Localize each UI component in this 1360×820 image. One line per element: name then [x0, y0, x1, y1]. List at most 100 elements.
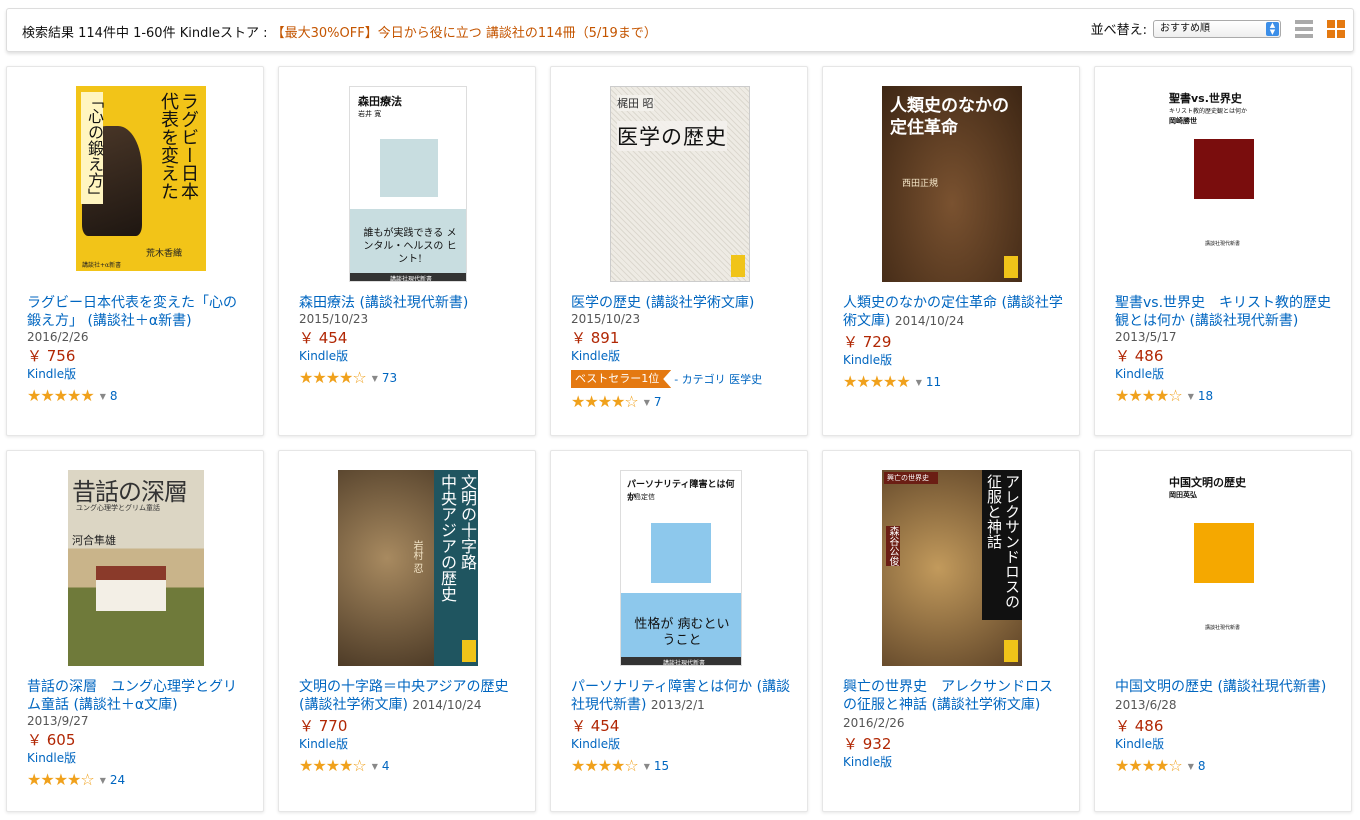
chevron-down-icon[interactable]: ▼: [372, 374, 378, 383]
star-rating-icon[interactable]: ★★★★☆: [571, 758, 639, 774]
product-card[interactable]: 聖書vs.世界史 キリスト教的歴史観とは何か 岡崎勝世 講談社現代新書 聖書vs…: [1094, 66, 1352, 436]
book-cover-image[interactable]: パーソナリティ障害とは何か 牛島定信 性格が 病むということ 講談社現代新書: [620, 470, 742, 666]
review-count[interactable]: 15: [654, 759, 669, 773]
product-card[interactable]: 興亡の世界史 アレクサンドロスの 征服と神話 森谷公俊 興亡の世界史 アレクサン…: [822, 450, 1080, 812]
release-date: 2016/2/26: [27, 330, 89, 344]
book-cover-image[interactable]: 中国文明の歴史 岡田英弘 講談社現代新書: [1157, 470, 1291, 666]
format-link[interactable]: Kindle版: [27, 366, 249, 382]
cover-title-1: アレクサンドロスの: [1003, 474, 1021, 609]
star-rating-icon[interactable]: ★★★★☆: [1115, 388, 1183, 404]
release-date: 2016/2/26: [843, 716, 905, 730]
publisher-logo-icon: [1004, 256, 1018, 278]
chevron-down-icon[interactable]: ▼: [1188, 762, 1194, 771]
review-count[interactable]: 24: [110, 773, 125, 787]
book-cover-image[interactable]: 人類史のなかの 定住革命 西田正規: [882, 86, 1022, 282]
star-rating-icon[interactable]: ★★★★★: [27, 388, 95, 404]
product-title[interactable]: ラグビー日本代表を変えた「心の鍛え方」 (講談社＋α新書): [27, 294, 249, 330]
results-count-text: 検索結果 114件中 1-60件 Kindleストア :: [22, 26, 268, 41]
release-date: 2013/5/17: [1115, 330, 1177, 344]
star-rating-icon[interactable]: ★★★★★: [843, 374, 911, 390]
promo-link[interactable]: 【最大30%OFF】今日から役に立つ 講談社の114冊（5/19まで）: [272, 26, 657, 41]
format-link[interactable]: Kindle版: [1115, 366, 1337, 382]
product-info: 昔話の深層 ユング心理学とグリム童話 (講談社＋α文庫) 2013/9/27 ￥…: [27, 678, 249, 789]
star-rating-icon[interactable]: ★★★★☆: [1115, 758, 1183, 774]
chevron-down-icon[interactable]: ▼: [644, 398, 650, 407]
book-cover-image[interactable]: 文明の十字路 中央アジアの歴史 岩村 忍: [338, 470, 478, 666]
rating: ★★★★☆ ▼ 24: [27, 771, 249, 789]
product-card[interactable]: 森田療法 岩井 寛 誰もが実践できる メンタル・ヘルスの ヒント! 講談社現代新…: [278, 66, 536, 436]
product-card[interactable]: 人類史のなかの 定住革命 西田正規 人類史のなかの定住革命 (講談社学術文庫) …: [822, 66, 1080, 436]
cover-author: 岩村 忍: [411, 540, 422, 574]
sort-controls: 並べ替え: おすすめ順 ▲ ▼: [1091, 19, 1345, 38]
product-card[interactable]: パーソナリティ障害とは何か 牛島定信 性格が 病むということ 講談社現代新書 パ…: [550, 450, 808, 812]
rating: ★★★★☆ ▼ 15: [571, 757, 793, 775]
product-title[interactable]: 森田療法 (講談社現代新書): [299, 294, 521, 312]
product-info: 人類史のなかの定住革命 (講談社学術文庫) 2014/10/24 ￥ 729 K…: [843, 294, 1065, 391]
book-cover-image[interactable]: 昔話の深層 ユング心理学とグリム童話 河合隼雄: [68, 470, 204, 666]
product-card[interactable]: 文明の十字路 中央アジアの歴史 岩村 忍 文明の十字路＝中央アジアの歴史 (講談…: [278, 450, 536, 812]
format-link[interactable]: Kindle版: [299, 348, 521, 364]
product-title[interactable]: パーソナリティ障害とは何か (講談社現代新書) 2013/2/1: [571, 678, 793, 714]
book-cover-image[interactable]: 聖書vs.世界史 キリスト教的歴史観とは何か 岡崎勝世 講談社現代新書: [1157, 86, 1291, 282]
results-summary: 検索結果 114件中 1-60件 Kindleストア : 【最大30%OFF】今…: [22, 22, 657, 41]
cover-title: 聖書vs.世界史: [1169, 92, 1242, 105]
product-title[interactable]: 聖書vs.世界史 キリスト教的歴史観とは何か (講談社現代新書): [1115, 294, 1337, 330]
results-bar: 検索結果 114件中 1-60件 Kindleストア : 【最大30%OFF】今…: [6, 8, 1354, 52]
chevron-down-icon[interactable]: ▼: [100, 392, 106, 401]
product-title[interactable]: 中国文明の歴史 (講談社現代新書) 2013/6/28: [1115, 678, 1337, 714]
format-link[interactable]: Kindle版: [843, 754, 1065, 770]
grid-view-icon[interactable]: [1327, 19, 1345, 38]
format-link[interactable]: Kindle版: [571, 348, 793, 364]
star-rating-icon[interactable]: ★★★★☆: [299, 758, 367, 774]
publisher-logo-icon: [731, 255, 745, 277]
release-date: 2015/10/23: [299, 312, 369, 326]
cover-square: [1194, 523, 1254, 583]
chevron-down-icon[interactable]: ▼: [372, 762, 378, 771]
review-count[interactable]: 7: [654, 395, 662, 409]
sort-select-value: おすすめ順: [1160, 22, 1210, 34]
star-rating-icon[interactable]: ★★★★☆: [27, 772, 95, 788]
product-title[interactable]: 人類史のなかの定住革命 (講談社学術文庫) 2014/10/24: [843, 294, 1065, 330]
review-count[interactable]: 8: [1198, 759, 1206, 773]
product-title[interactable]: 文明の十字路＝中央アジアの歴史 (講談社学術文庫) 2014/10/24: [299, 678, 521, 714]
product-title[interactable]: 興亡の世界史 アレクサンドロスの征服と神話 (講談社学術文庫) 2016/2/2…: [843, 678, 1065, 732]
review-count[interactable]: 18: [1198, 389, 1213, 403]
book-cover-image[interactable]: 森田療法 岩井 寛 誰もが実践できる メンタル・ヘルスの ヒント! 講談社現代新…: [349, 86, 467, 282]
format-link[interactable]: Kindle版: [571, 736, 793, 752]
product-card[interactable]: 昔話の深層 ユング心理学とグリム童話 河合隼雄 昔話の深層 ユング心理学とグリム…: [6, 450, 264, 812]
product-title-text[interactable]: 中国文明の歴史 (講談社現代新書): [1115, 679, 1326, 695]
format-link[interactable]: Kindle版: [27, 750, 249, 766]
release-date: 2015/10/23: [571, 312, 641, 326]
product-card[interactable]: 梶田 昭 医学の歴史 医学の歴史 (講談社学術文庫) 2015/10/23 ￥ …: [550, 66, 808, 436]
product-info: ラグビー日本代表を変えた「心の鍛え方」 (講談社＋α新書) 2016/2/26 …: [27, 294, 249, 405]
format-link[interactable]: Kindle版: [1115, 736, 1337, 752]
product-title-text[interactable]: 興亡の世界史 アレクサンドロスの征服と神話 (講談社学術文庫): [843, 679, 1053, 713]
chevron-down-icon[interactable]: ▼: [644, 762, 650, 771]
product-card[interactable]: 中国文明の歴史 岡田英弘 講談社現代新書 中国文明の歴史 (講談社現代新書) 2…: [1094, 450, 1352, 812]
review-count[interactable]: 73: [382, 371, 397, 385]
cover-title-2: 代表を変えた: [158, 92, 179, 200]
chevron-down-icon[interactable]: ▼: [916, 378, 922, 387]
bestseller-badge: ベストセラー1位: [571, 370, 672, 388]
product-title[interactable]: 昔話の深層 ユング心理学とグリム童話 (講談社＋α文庫): [27, 678, 249, 714]
chevron-down-icon[interactable]: ▼: [100, 776, 106, 785]
format-link[interactable]: Kindle版: [299, 736, 521, 752]
sort-select[interactable]: おすすめ順 ▲ ▼: [1153, 19, 1281, 38]
cover-title-1: 人類史のなかの: [890, 96, 1009, 116]
product-card[interactable]: ラグビー日本 代表を変えた 「心の鍛え方」 荒木香織 講談社+α新書 ラグビー日…: [6, 66, 264, 436]
product-title[interactable]: 医学の歴史 (講談社学術文庫): [571, 294, 793, 312]
list-view-icon[interactable]: [1295, 19, 1313, 38]
rating: ★★★★☆ ▼ 4: [299, 757, 521, 775]
book-cover-image[interactable]: 興亡の世界史 アレクサンドロスの 征服と神話 森谷公俊: [882, 470, 1022, 666]
review-count[interactable]: 8: [110, 389, 118, 403]
format-link[interactable]: Kindle版: [843, 352, 1065, 368]
book-cover-image[interactable]: 梶田 昭 医学の歴史: [610, 86, 750, 282]
price: ￥ 454: [571, 717, 620, 735]
star-rating-icon[interactable]: ★★★★☆: [571, 394, 639, 410]
review-count[interactable]: 11: [926, 375, 941, 389]
chevron-down-icon[interactable]: ▼: [1188, 392, 1194, 401]
star-rating-icon[interactable]: ★★★★☆: [299, 370, 367, 386]
review-count[interactable]: 4: [382, 759, 390, 773]
book-cover-image[interactable]: ラグビー日本 代表を変えた 「心の鍛え方」 荒木香織 講談社+α新書: [76, 86, 206, 271]
bestseller-category-link[interactable]: - カテゴリ 医学史: [674, 371, 762, 387]
